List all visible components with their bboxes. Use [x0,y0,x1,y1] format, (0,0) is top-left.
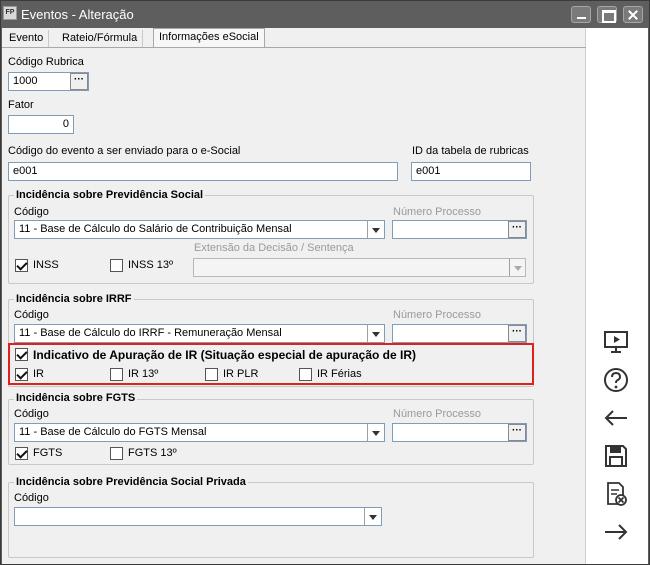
fgts-codigo-label: Código [14,408,49,420]
previdencia-numero-processo-lookup-button[interactable]: ··· [508,221,526,238]
minimize-button[interactable] [571,6,591,23]
fgts-numero-processo-input[interactable] [392,423,527,442]
app-icon: FP [3,6,17,20]
fgts-codigo-dropdown-button[interactable] [367,424,383,441]
maximize-button[interactable] [597,6,617,23]
id-tabela-input[interactable]: e001 [411,162,531,181]
previdencia-codigo-dropdown-button[interactable] [367,221,383,238]
form-area: Evento Rateio/Fórmula Informações eSocia… [2,28,586,564]
codigo-evento-label: Código do evento a ser enviado para o e-… [8,145,241,157]
irrf-codigo-label: Código [14,309,49,321]
ir-plr-label: IR PLR [223,368,259,380]
previdencia-numero-processo-input[interactable] [392,220,527,239]
codigo-rubrica-label: Código Rubrica [8,56,84,68]
previdencia-codigo-select[interactable]: 11 - Base de Cálculo do Salário de Contr… [14,220,385,239]
previdencia-privada-codigo-dropdown-button[interactable] [364,508,380,525]
previdencia-privada-codigo-select[interactable] [14,507,382,526]
ir-13-checkbox[interactable] [110,368,123,381]
irrf-numero-processo-input[interactable] [392,324,527,343]
fgts-codigo-select[interactable]: 11 - Base de Cálculo do FGTS Mensal [14,423,385,442]
back-arrow-icon[interactable] [602,404,630,432]
fgts-numero-processo-lookup-button[interactable]: ··· [508,424,526,441]
codigo-evento-input[interactable]: e001 [8,162,398,181]
tab-rateio-formula[interactable]: Rateio/Fórmula [57,30,144,48]
ir-ferias-label: IR Férias [317,368,362,380]
previdencia-codigo-value: 11 - Base de Cálculo do Salário de Contr… [19,223,292,235]
fgts-13-label: FGTS 13º [128,447,177,459]
indicativo-ir-label: Indicativo de Apuração de IR (Situação e… [33,348,416,362]
fgts-13-checkbox[interactable] [110,447,123,460]
tab-divider [2,47,586,48]
cancel-document-icon[interactable] [602,480,630,508]
indicativo-ir-checkbox[interactable] [15,348,28,361]
previdencia-group-title: Incidência sobre Previdência Social [14,189,206,201]
ir-label: IR [33,368,44,380]
previdencia-extensao-label: Extensão da Decisão / Sentença [194,242,354,254]
inss-13-checkbox[interactable] [110,259,123,272]
irrf-numero-processo-lookup-button[interactable]: ··· [508,325,526,342]
presentation-icon[interactable] [602,328,630,356]
window: FP Eventos - Alteração Evento Rateio/Fór… [0,0,650,565]
fgts-label: FGTS [33,447,63,459]
previdencia-extensao-dropdown-button [509,259,525,276]
irrf-codigo-select[interactable]: 11 - Base de Cálculo do IRRF - Remuneraç… [14,324,385,343]
forward-arrow-icon[interactable] [602,518,630,546]
id-tabela-label: ID da tabela de rubricas [412,145,529,157]
inss-13-label: INSS 13º [128,259,173,271]
previdencia-privada-group-title: Incidência sobre Previdência Social Priv… [14,476,248,488]
previdencia-codigo-label: Código [14,206,49,218]
ir-plr-checkbox[interactable] [205,368,218,381]
ir-13-label: IR 13º [128,368,159,380]
irrf-codigo-dropdown-button[interactable] [367,325,383,342]
tab-evento[interactable]: Evento [4,30,50,48]
irrf-numero-processo-label: Número Processo [393,309,482,321]
previdencia-numero-processo-label: Número Processo [393,206,482,218]
irrf-codigo-value: 11 - Base de Cálculo do IRRF - Remuneraç… [19,327,282,339]
fgts-codigo-value: 11 - Base de Cálculo do FGTS Mensal [19,426,207,438]
tab-informacoes-esocial[interactable]: Informações eSocial [153,28,265,48]
ir-checkbox[interactable] [15,368,28,381]
save-icon[interactable] [602,442,630,470]
previdencia-extensao-select [193,258,526,277]
inss-checkbox[interactable] [15,259,28,272]
inss-label: INSS [33,259,59,271]
help-icon[interactable] [602,366,630,394]
fgts-checkbox[interactable] [15,447,28,460]
fator-label: Fator [8,99,34,111]
irrf-group-title: Incidência sobre IRRF [14,293,134,305]
fgts-group-title: Incidência sobre FGTS [14,392,138,404]
fgts-numero-processo-label: Número Processo [393,408,482,420]
window-client: Evento Rateio/Fórmula Informações eSocia… [2,28,648,564]
close-button[interactable] [623,6,643,23]
codigo-rubrica-lookup-button[interactable]: ··· [70,73,88,90]
fator-input[interactable]: 0 [8,115,74,134]
ir-ferias-checkbox[interactable] [299,368,312,381]
codigo-rubrica-value: 1000 [13,75,38,87]
title-bar: FP Eventos - Alteração [1,1,649,28]
window-title: Eventos - Alteração [21,7,134,22]
previdencia-privada-codigo-label: Código [14,492,49,504]
